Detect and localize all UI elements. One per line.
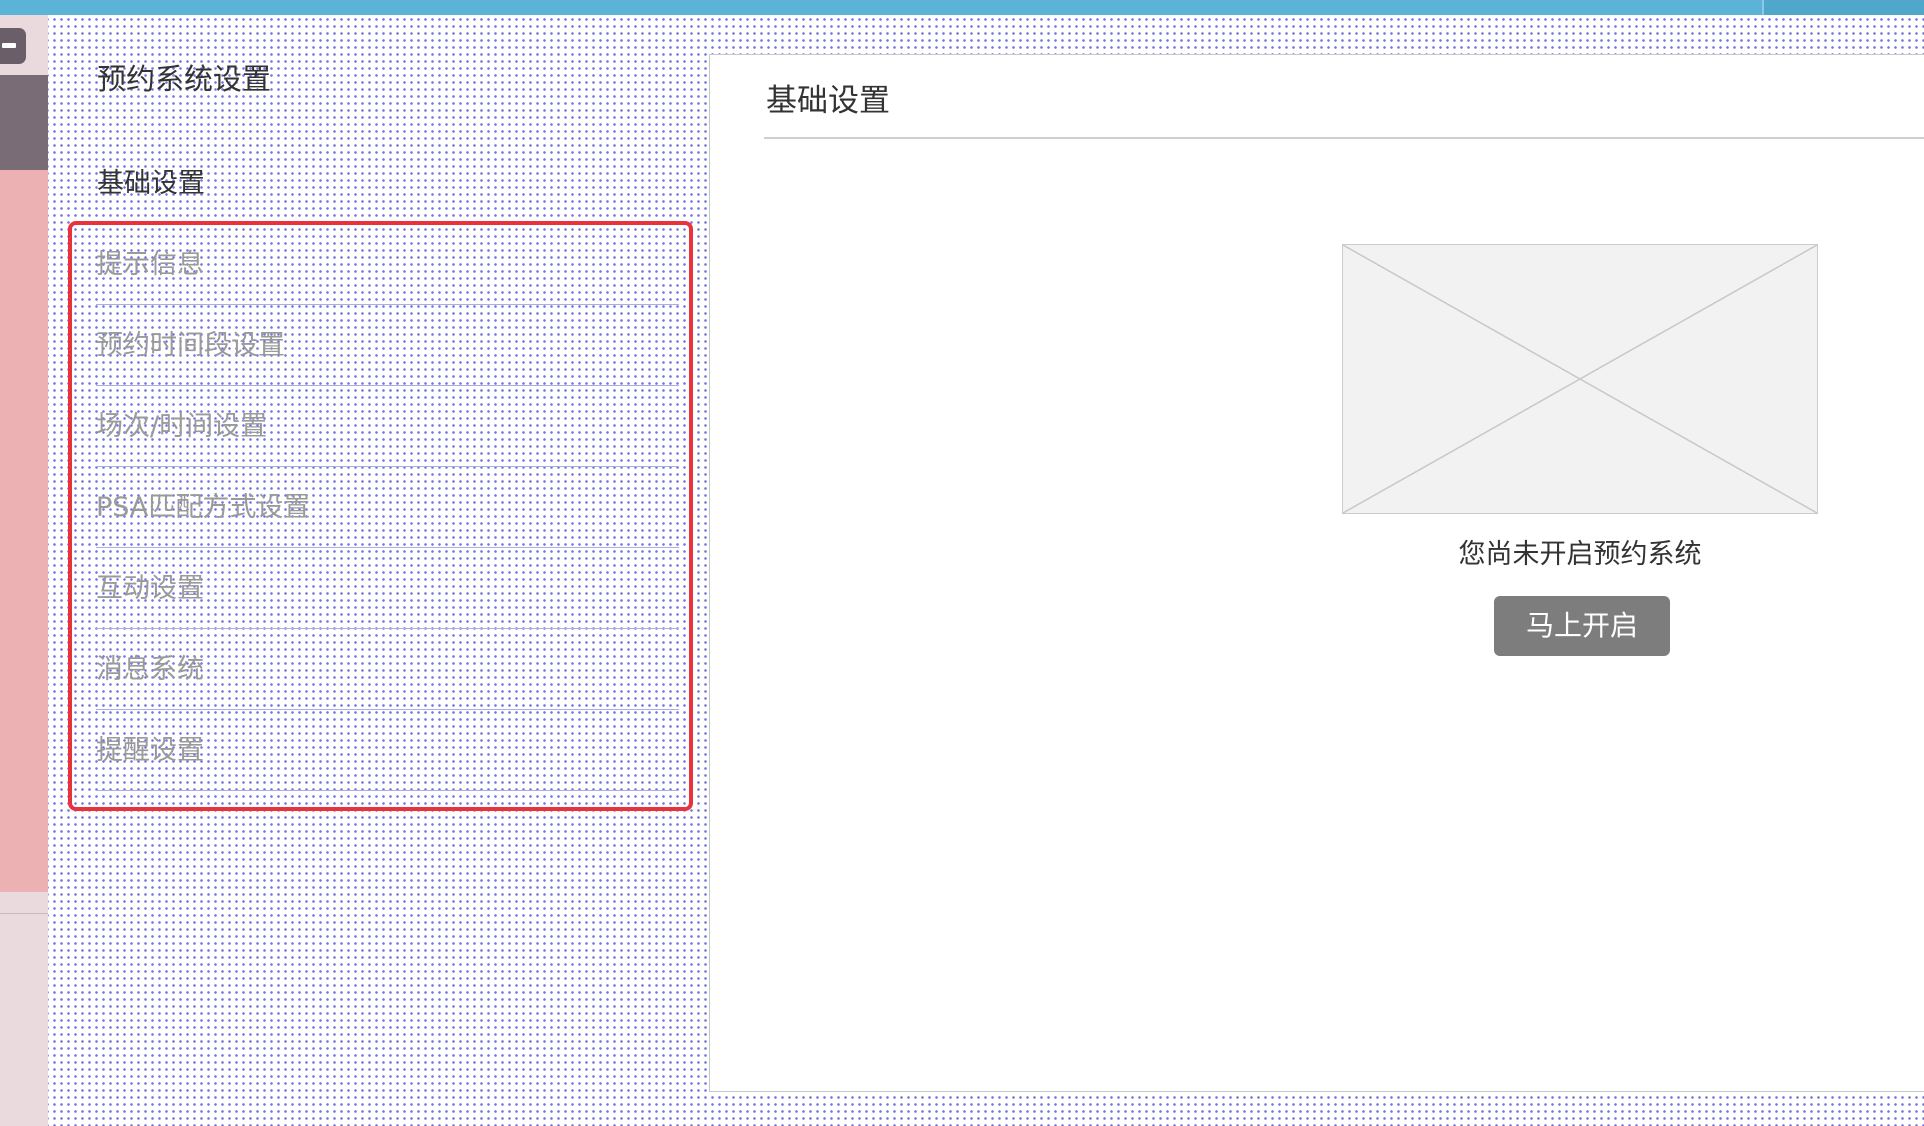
sidebar-divider: [0, 913, 48, 914]
main-panel: 基础设置 您尚未开启预约系统 马上开启: [709, 54, 1924, 1092]
settings-nav-title: 预约系统设置: [97, 62, 272, 96]
nav-section-basic[interactable]: 基础设置: [97, 165, 205, 203]
nav-item-label: 提示信息: [96, 249, 204, 280]
header-divider: [764, 137, 1924, 139]
top-bar: [0, 0, 1924, 15]
enable-booking-button[interactable]: 马上开启: [1494, 596, 1670, 656]
image-placeholder-icon: [1342, 244, 1818, 514]
nav-item-psa-matching[interactable]: PSA匹配方式设置: [96, 468, 679, 548]
nav-item-messages[interactable]: 消息系统: [96, 630, 679, 710]
top-bar-right-segment: [1762, 0, 1924, 15]
app-sidebar-strip: [0, 15, 48, 1126]
nav-item-tips[interactable]: 提示信息: [96, 225, 679, 305]
settings-nav-list: 提示信息 预约时间段设置 场次/时间设置 PSA匹配方式设置 互动设置 消息系统…: [68, 221, 693, 811]
nav-item-booking-time-slots[interactable]: 预约时间段设置: [96, 306, 679, 386]
nav-item-label: 互动设置: [96, 573, 204, 604]
nav-item-session-time[interactable]: 场次/时间设置: [96, 387, 679, 467]
minus-icon: [2, 43, 16, 48]
nav-item-label: PSA匹配方式设置: [96, 492, 311, 523]
page-title: 基础设置: [766, 83, 890, 119]
settings-nav: 预约系统设置 基础设置 提示信息 预约时间段设置 场次/时间设置 PSA匹配方式…: [48, 15, 703, 1126]
nav-item-interaction[interactable]: 互动设置: [96, 549, 679, 629]
sidebar-collapse-button[interactable]: [0, 28, 26, 64]
sidebar-menu-area: [0, 170, 48, 892]
nav-item-label: 预约时间段设置: [96, 330, 285, 361]
nav-item-label: 提醒设置: [96, 735, 204, 766]
nav-item-label: 消息系统: [96, 654, 204, 685]
sidebar-active-block[interactable]: [0, 75, 48, 170]
nav-item-reminders[interactable]: 提醒设置: [96, 711, 679, 791]
empty-state-message: 您尚未开启预约系统: [1458, 539, 1702, 570]
nav-item-label: 场次/时间设置: [96, 411, 268, 442]
